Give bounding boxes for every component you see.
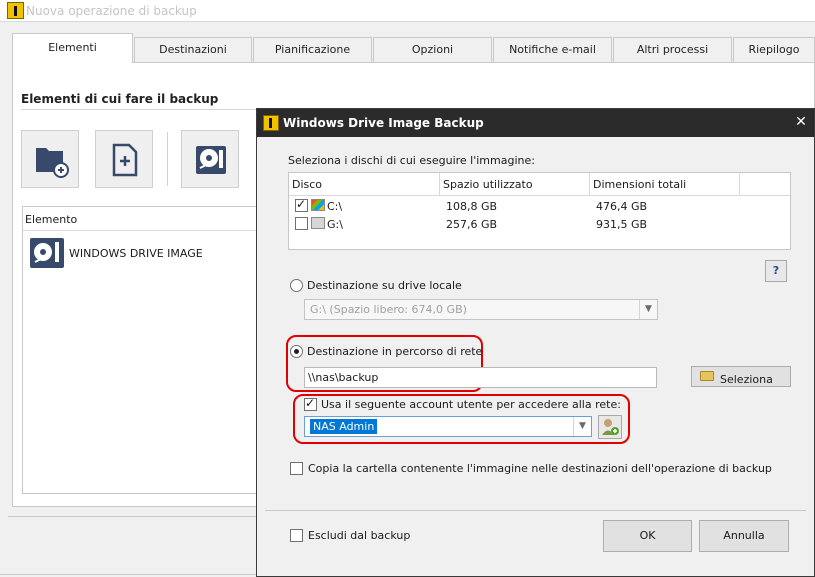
disk-used: 257,6 GB bbox=[446, 218, 498, 231]
add-account-button[interactable] bbox=[598, 415, 622, 439]
file-add-icon bbox=[112, 143, 138, 177]
tab-destinazioni[interactable]: Destinazioni bbox=[134, 37, 252, 62]
browse-button-label: Seleziona bbox=[720, 373, 773, 386]
help-button[interactable]: ? bbox=[765, 260, 787, 282]
drive-image-icon bbox=[196, 146, 226, 174]
browse-button[interactable]: Seleziona bbox=[691, 366, 791, 387]
list-item-label[interactable]: WINDOWS DRIVE IMAGE bbox=[69, 247, 203, 260]
cancel-button[interactable]: Annulla bbox=[699, 520, 789, 552]
table-row[interactable]: G:\ 257,6 GB 931,5 GB bbox=[289, 215, 790, 233]
account-value: NAS Admin bbox=[310, 419, 378, 434]
app-logo-icon bbox=[263, 115, 279, 131]
main-window-titlebar: Nuova operazione di backup bbox=[0, 0, 815, 22]
windows-drive-icon bbox=[311, 199, 325, 211]
dialog-titlebar[interactable]: Windows Drive Image Backup ✕ bbox=[257, 109, 814, 137]
column-header-empty bbox=[740, 173, 790, 196]
drive-image-icon bbox=[30, 238, 64, 268]
tab-altri-processi[interactable]: Altri processi bbox=[613, 37, 732, 62]
close-icon[interactable]: ✕ bbox=[793, 114, 809, 130]
disk-used: 108,8 GB bbox=[446, 200, 498, 213]
local-destination-radio[interactable] bbox=[290, 279, 303, 292]
items-list[interactable]: Elemento WINDOWS DRIVE IMAGE bbox=[22, 206, 267, 494]
copy-folder-checkbox[interactable] bbox=[290, 462, 303, 475]
add-folder-button[interactable] bbox=[21, 130, 79, 188]
section-divider bbox=[21, 109, 261, 110]
ok-button[interactable]: OK bbox=[603, 520, 692, 552]
disk-total: 931,5 GB bbox=[596, 218, 648, 231]
disk-table[interactable]: Disco Spazio utilizzato Dimensioni total… bbox=[288, 172, 791, 250]
tab-elementi[interactable]: Elementi bbox=[12, 33, 133, 63]
tab-notifiche[interactable]: Notifiche e-mail bbox=[493, 37, 612, 62]
column-header-dimensioni-totali[interactable]: Dimensioni totali bbox=[590, 173, 740, 196]
main-bottom-edge bbox=[0, 574, 258, 575]
toolbar-separator bbox=[167, 132, 168, 186]
chevron-down-icon[interactable]: ▼ bbox=[573, 417, 591, 436]
local-destination-label[interactable]: Destinazione su drive locale bbox=[307, 279, 462, 292]
column-header-elemento: Elemento bbox=[25, 213, 78, 226]
local-drive-select: G:\ (Spazio libero: 674,0 GB) ▼ bbox=[304, 299, 658, 320]
account-select[interactable]: NAS Admin ▼ bbox=[304, 416, 592, 437]
use-account-checkbox[interactable] bbox=[304, 396, 317, 411]
drive-image-dialog: Windows Drive Image Backup ✕ Seleziona i… bbox=[256, 108, 815, 577]
drive-image-button[interactable] bbox=[181, 130, 239, 188]
column-header-disco[interactable]: Disco bbox=[289, 173, 440, 196]
table-row[interactable]: C:\ 108,8 GB 476,4 GB bbox=[289, 197, 790, 215]
network-path-input[interactable]: \\nas\backup bbox=[304, 367, 657, 388]
disk-name: G:\ bbox=[327, 218, 343, 231]
drive-icon bbox=[311, 217, 325, 229]
dialog-divider bbox=[265, 510, 806, 511]
app-logo-icon bbox=[7, 2, 24, 19]
disk-g-checkbox[interactable] bbox=[295, 217, 308, 230]
tab-opzioni[interactable]: Opzioni bbox=[373, 37, 492, 62]
main-window-title: Nuova operazione di backup bbox=[26, 4, 197, 18]
disk-total: 476,4 GB bbox=[596, 200, 648, 213]
section-title: Elementi di cui fare il backup bbox=[21, 92, 219, 106]
list-item-icon bbox=[29, 237, 65, 269]
use-account-label[interactable]: Usa il seguente account utente per acced… bbox=[321, 398, 621, 411]
folder-open-icon bbox=[700, 371, 714, 381]
copy-folder-label[interactable]: Copia la cartella contenente l'immagine … bbox=[308, 462, 772, 475]
exclude-label[interactable]: Escludi dal backup bbox=[308, 529, 410, 542]
disk-c-checkbox[interactable] bbox=[295, 197, 308, 212]
tab-pianificazione[interactable]: Pianificazione bbox=[253, 37, 372, 62]
disk-name: C:\ bbox=[327, 200, 343, 213]
tab-riepilogo[interactable]: Riepilogo bbox=[733, 37, 815, 62]
column-header-spazio-utilizzato[interactable]: Spazio utilizzato bbox=[440, 173, 590, 196]
exclude-checkbox[interactable] bbox=[290, 529, 303, 542]
chevron-down-icon: ▼ bbox=[639, 300, 657, 319]
main-divider bbox=[8, 516, 258, 517]
dialog-title: Windows Drive Image Backup bbox=[283, 116, 484, 130]
user-add-icon bbox=[602, 419, 619, 435]
network-destination-radio[interactable] bbox=[290, 345, 303, 358]
add-file-button[interactable] bbox=[95, 130, 153, 188]
network-destination-label[interactable]: Destinazione in percorso di rete bbox=[307, 345, 482, 358]
local-drive-value: G:\ (Spazio libero: 674,0 GB) bbox=[310, 303, 467, 316]
disks-prompt: Seleziona i dischi di cui eseguire l'imm… bbox=[288, 154, 535, 167]
items-list-header: Elemento bbox=[23, 207, 266, 231]
folder-add-icon bbox=[36, 148, 69, 178]
